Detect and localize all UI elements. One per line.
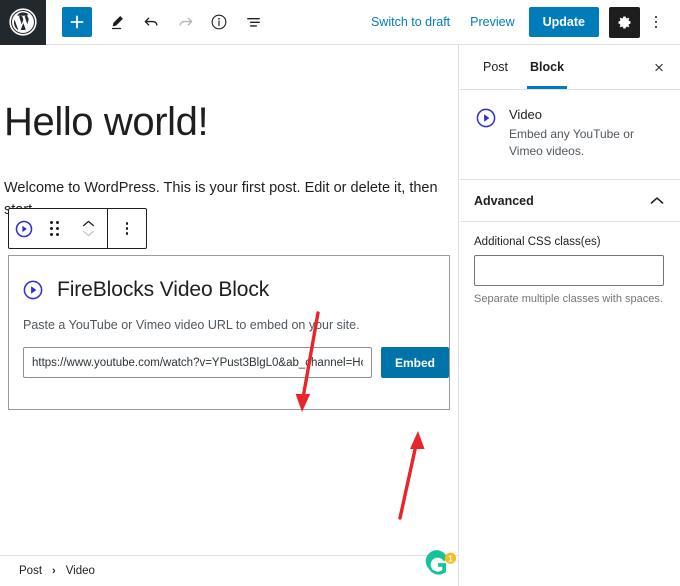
redo-button[interactable]: [168, 5, 202, 39]
video-play-circle-icon: [15, 220, 33, 237]
add-block-button[interactable]: [62, 7, 92, 37]
video-block-card: FireBlocks Video Block Paste a YouTube o…: [8, 255, 450, 410]
css-class-label: Additional CSS class(es): [474, 235, 601, 248]
page-title[interactable]: Hello world!: [4, 101, 209, 143]
undo-button[interactable]: [134, 5, 168, 39]
chevron-up-icon: [82, 220, 94, 227]
block-info-title: Video: [509, 107, 543, 122]
switch-to-draft-button[interactable]: Switch to draft: [361, 9, 460, 35]
post-details-button[interactable]: [202, 5, 236, 39]
breadcrumb-item-post[interactable]: Post: [17, 563, 44, 579]
tab-post[interactable]: Post: [472, 45, 519, 89]
kebab-menu-icon: [654, 15, 658, 29]
kebab-menu-icon: [125, 222, 129, 235]
video-url-input[interactable]: [23, 347, 372, 378]
update-button[interactable]: Update: [528, 7, 599, 37]
grammarly-badge-count: 1: [448, 554, 453, 563]
block-toolbar: [8, 208, 147, 249]
video-play-circle-icon: [23, 280, 43, 300]
tools-pencil-button[interactable]: [100, 5, 134, 39]
wordpress-logo-icon[interactable]: [0, 0, 46, 45]
drag-handle-button[interactable]: [39, 209, 69, 248]
chevron-up-icon: [650, 197, 664, 205]
chevron-down-icon: [82, 230, 94, 237]
close-x-icon: [655, 63, 663, 71]
toolbar-right-actions: Switch to draft Preview Update: [361, 6, 680, 38]
video-block-title: FireBlocks Video Block: [57, 278, 270, 301]
sidebar-footer-spacer: [460, 555, 680, 586]
move-block-buttons[interactable]: [69, 209, 107, 248]
embed-button[interactable]: Embed: [380, 347, 449, 378]
more-options-button[interactable]: [642, 7, 670, 37]
breadcrumb-item-video[interactable]: Video: [64, 563, 97, 579]
wordpress-editor-window: Switch to draft Preview Update Hello wor…: [0, 0, 680, 586]
preview-button[interactable]: Preview: [460, 9, 524, 35]
editor-top-toolbar: Switch to draft Preview Update: [0, 0, 680, 45]
redo-arrow-icon: [179, 17, 192, 26]
block-type-button[interactable]: [9, 209, 39, 248]
list-view-icon: [246, 17, 260, 27]
close-sidebar-button[interactable]: [648, 56, 670, 78]
gear-icon: [618, 16, 631, 28]
block-info-description: Embed any YouTube or Vimeo videos.: [509, 127, 634, 159]
video-play-circle-icon: [476, 108, 496, 128]
undo-arrow-icon: [144, 17, 157, 26]
css-class-help-text: Separate multiple classes with spaces.: [474, 292, 663, 305]
video-block-description: Paste a YouTube or Vimeo video URL to em…: [23, 318, 360, 332]
advanced-panel-title: Advanced: [474, 193, 534, 208]
settings-gear-button[interactable]: [609, 6, 640, 38]
arrow-to-embed-button: [398, 431, 425, 520]
breadcrumb: Post › Video: [0, 555, 459, 586]
block-toolbar-main-group: [9, 209, 107, 248]
grammarly-badge-icon[interactable]: 1: [424, 547, 458, 581]
advanced-panel-body: Additional CSS class(es) Separate multip…: [460, 222, 680, 305]
block-more-options-button[interactable]: [108, 209, 146, 248]
video-block-header: FireBlocks Video Block: [9, 256, 449, 302]
plus-icon: [70, 15, 84, 29]
info-circle-icon: [211, 14, 227, 30]
advanced-panel-toggle[interactable]: Advanced: [460, 180, 680, 222]
editor-canvas: Hello world! Welcome to WordPress. This …: [0, 45, 459, 555]
drag-grip-icon: [49, 221, 59, 236]
css-class-input[interactable]: [474, 254, 664, 286]
toolbar-left-tools: [46, 5, 361, 39]
sidebar-tab-bar: Post Block: [460, 45, 680, 90]
list-view-button[interactable]: [236, 5, 270, 39]
tab-block[interactable]: Block: [519, 45, 575, 89]
pencil-icon: [111, 16, 123, 30]
settings-sidebar: Post Block Video Embed any YouTube or Vi…: [460, 45, 680, 555]
block-toolbar-options-group: [108, 209, 146, 248]
video-url-row: Embed: [23, 347, 449, 378]
breadcrumb-separator: ›: [52, 565, 56, 577]
sidebar-block-info: Video Embed any YouTube or Vimeo videos.: [460, 90, 680, 180]
